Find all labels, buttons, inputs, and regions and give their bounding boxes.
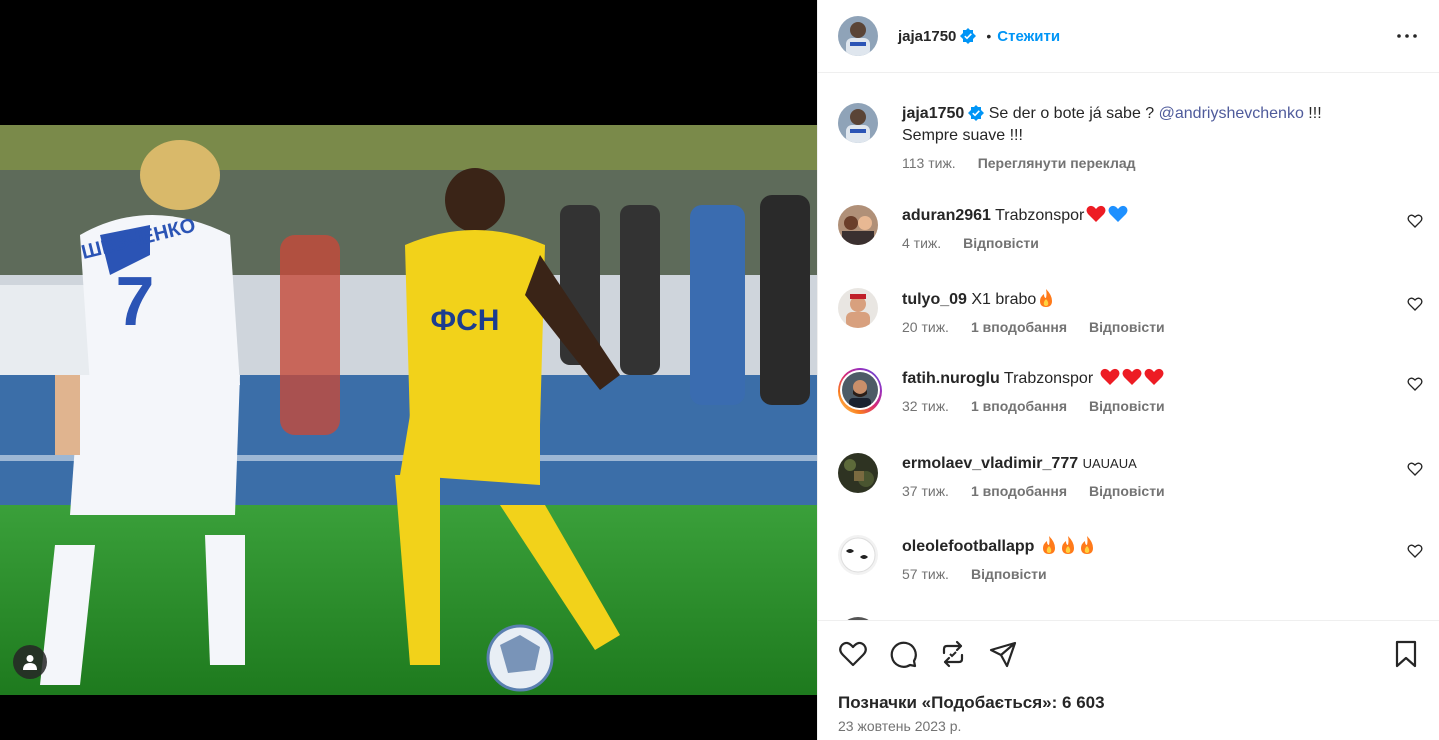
follow-button[interactable]: Стежити <box>997 28 1060 45</box>
like-icon[interactable] <box>838 639 868 669</box>
comment-item: tulyo_09 X1 brabo 20 тиж. 1 вподобання В… <box>838 288 1423 335</box>
comment-likes[interactable]: 1 вподобання <box>971 483 1067 499</box>
repost-icon[interactable] <box>938 639 968 669</box>
user-tag-button[interactable] <box>13 645 47 679</box>
commenter-avatar[interactable] <box>838 535 878 575</box>
fire-icon <box>1061 536 1074 554</box>
comment-time[interactable]: 4 тиж. <box>902 235 941 251</box>
fire-icon <box>1080 536 1093 554</box>
comment-text: X1 brabo <box>971 291 1037 308</box>
action-bar <box>838 639 1421 671</box>
comment-username[interactable]: aduran2961 <box>902 207 991 224</box>
jersey-sponsor: ФСН <box>431 304 500 337</box>
comment-time[interactable]: 32 тиж. <box>902 398 949 414</box>
post-caption: jaja1750 Se der o bote já sabe ? @andriy… <box>838 103 1423 171</box>
comment-icon[interactable] <box>888 639 918 669</box>
comment-time[interactable]: 37 тиж. <box>902 483 949 499</box>
comment-time[interactable]: 57 тиж. <box>902 566 949 582</box>
verified-badge-icon <box>968 105 985 121</box>
verified-badge-icon <box>960 28 977 44</box>
story-ring[interactable] <box>838 368 882 414</box>
caption-username[interactable]: jaja1750 <box>902 105 964 122</box>
caption-time[interactable]: 113 тиж. <box>902 155 956 171</box>
reply-button[interactable]: Відповісти <box>1089 398 1165 414</box>
reply-button[interactable]: Відповісти <box>963 235 1039 251</box>
comment-item: fatih.nuroglu Trabzonspor 32 тиж. 1 впод… <box>838 368 1423 414</box>
reply-button[interactable]: Відповісти <box>1089 483 1165 499</box>
separator-dot: • <box>986 28 992 44</box>
red-heart-icon <box>1122 368 1142 385</box>
post-footer: Позначки «Подобається»: 6 603 23 жовтень… <box>818 620 1439 740</box>
caption-line2: Sempre suave !!! <box>902 127 1023 144</box>
comments-list[interactable]: jaja1750 Se der o bote já sabe ? @andriy… <box>818 73 1439 620</box>
post-side-panel: jaja1750 • Стежити jaja1750 Se der o bot… <box>817 0 1439 740</box>
comment-text: UAUAUA <box>1082 456 1137 471</box>
post-date[interactable]: 23 жовтень 2023 р. <box>838 718 961 734</box>
comment-time[interactable]: 20 тиж. <box>902 319 949 335</box>
share-icon[interactable] <box>988 639 1018 669</box>
blue-heart-icon <box>1108 205 1128 222</box>
author-avatar[interactable] <box>838 16 878 56</box>
reply-button[interactable]: Відповісти <box>971 566 1047 582</box>
author-username[interactable]: jaja1750 <box>898 28 956 45</box>
post-header: jaja1750 • Стежити <box>818 0 1439 73</box>
comment-text: Trabzonspor <box>995 207 1085 224</box>
comment-like-icon[interactable] <box>1407 296 1423 312</box>
comment-item: oleolefootballapp 57 тиж. Відповісти <box>838 535 1423 582</box>
comment-username[interactable]: tulyo_09 <box>902 291 967 308</box>
comment-likes[interactable]: 1 вподобання <box>971 319 1067 335</box>
user-tag-icon <box>23 655 37 670</box>
commenter-avatar[interactable] <box>838 288 878 328</box>
author-avatar[interactable] <box>838 103 878 143</box>
caption-mention[interactable]: @andriyshevchenko <box>1159 105 1304 122</box>
commenter-avatar[interactable] <box>842 372 878 408</box>
commenter-avatar[interactable] <box>838 205 878 245</box>
more-options-icon[interactable] <box>1395 24 1419 48</box>
save-icon[interactable] <box>1391 639 1421 669</box>
comment-like-icon[interactable] <box>1407 376 1423 392</box>
fire-icon <box>1042 536 1055 554</box>
comment-like-icon[interactable] <box>1407 461 1423 477</box>
reply-button[interactable]: Відповісти <box>1089 319 1165 335</box>
post-media: 7 ШЕВЧЕНКО ФСН <box>0 0 817 740</box>
red-heart-icon <box>1100 368 1120 385</box>
comment-username[interactable]: oleolefootballapp <box>902 538 1034 555</box>
comment-like-icon[interactable] <box>1407 213 1423 229</box>
caption-text: Se der o bote já sabe ? <box>988 105 1159 122</box>
comment-username[interactable]: ermolaev_vladimir_777 <box>902 455 1078 472</box>
comment-text: Trabzonspor <box>1003 370 1094 387</box>
post-photo[interactable]: 7 ШЕВЧЕНКО ФСН <box>0 125 817 695</box>
comment-item: aduran2961 Trabzonspor 4 тиж. Відповісти <box>838 205 1423 251</box>
comment-username[interactable]: fatih.nuroglu <box>902 370 1000 387</box>
red-heart-icon <box>1144 368 1164 385</box>
commenter-avatar[interactable] <box>838 453 878 493</box>
jersey-number: 7 <box>116 262 155 340</box>
comment-likes[interactable]: 1 вподобання <box>971 398 1067 414</box>
post-dialog: 7 ШЕВЧЕНКО ФСН jaja1750 • Стежити jaja17… <box>0 0 1439 740</box>
comment-like-icon[interactable] <box>1407 543 1423 559</box>
caption-tail: !!! <box>1303 105 1322 122</box>
red-heart-icon <box>1086 205 1106 222</box>
likes-count[interactable]: Позначки «Подобається»: 6 603 <box>838 693 1105 713</box>
fire-icon <box>1040 289 1053 307</box>
comment-item: ermolaev_vladimir_777 UAUAUA 37 тиж. 1 в… <box>838 453 1423 499</box>
translate-button[interactable]: Переглянути переклад <box>978 155 1136 171</box>
